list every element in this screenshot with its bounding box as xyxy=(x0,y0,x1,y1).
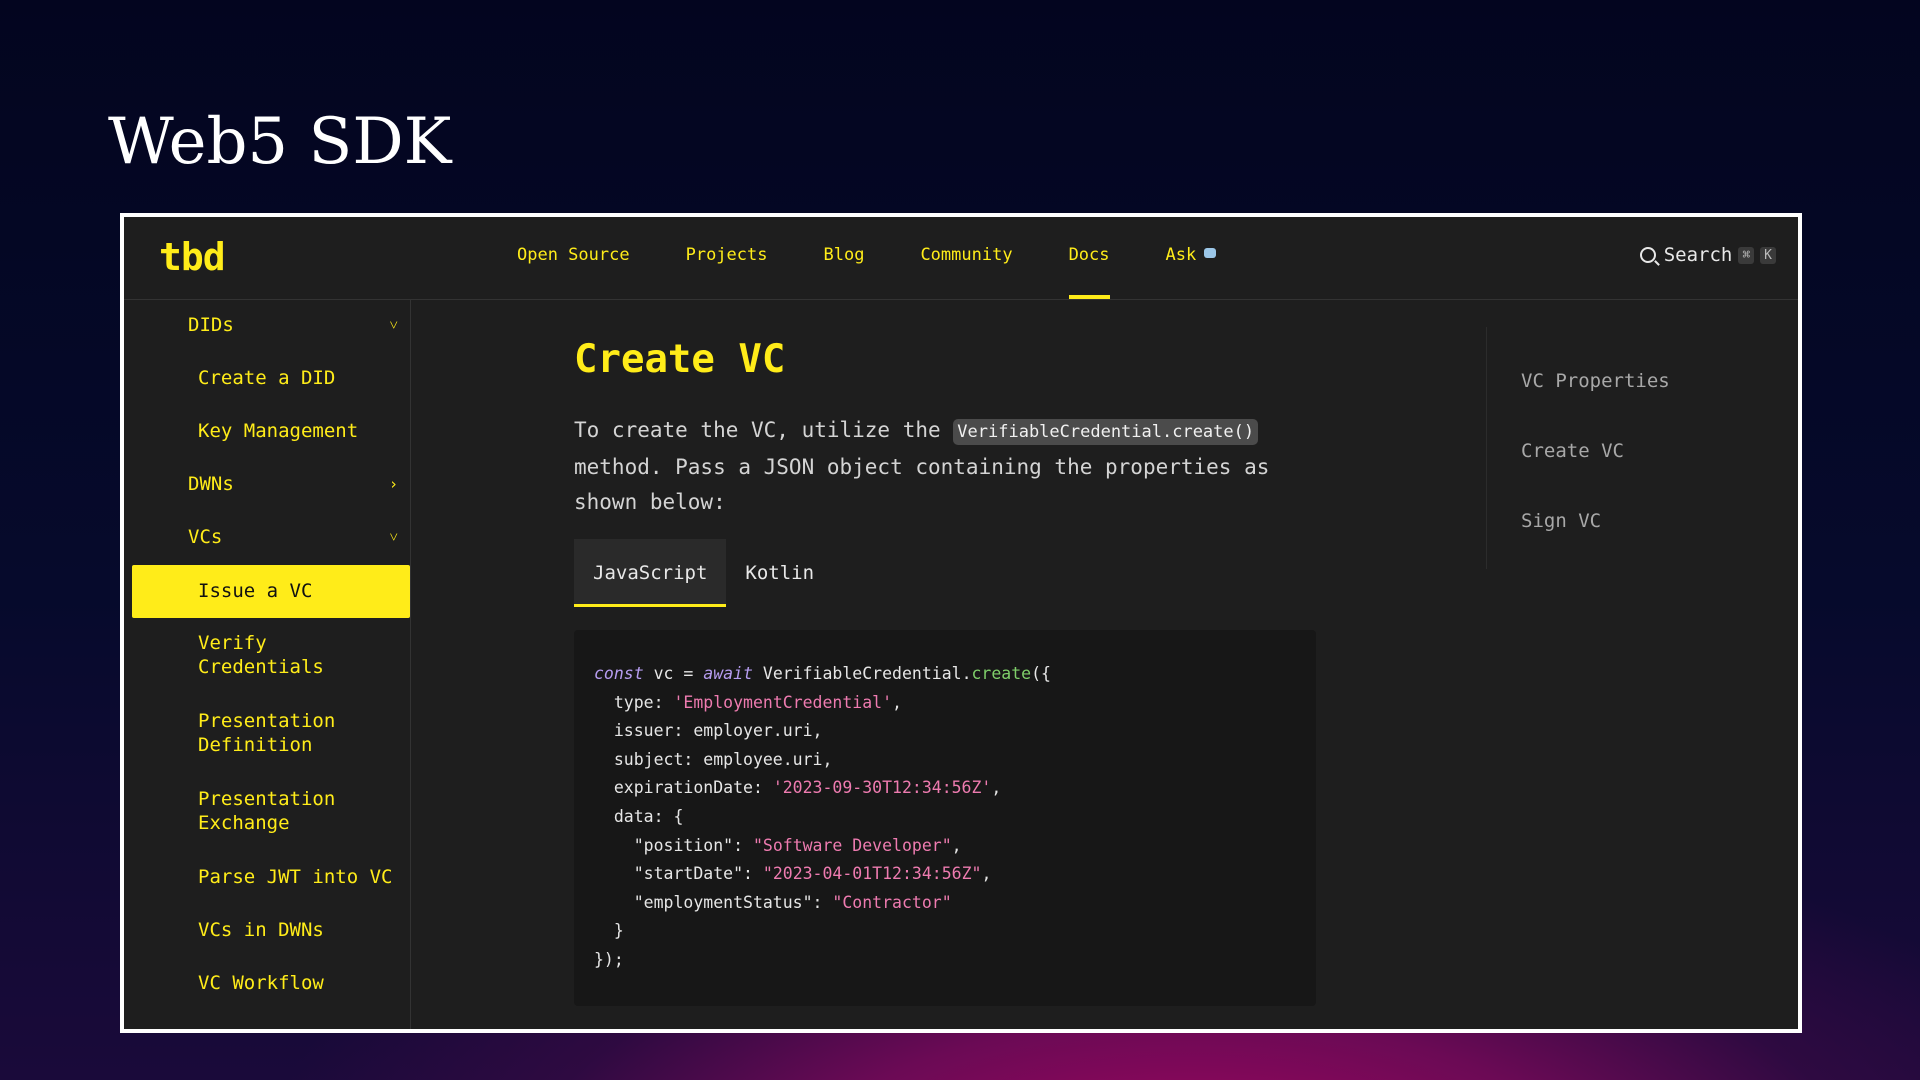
nav-docs[interactable]: Docs xyxy=(1068,245,1110,299)
sidebar-item-vcs[interactable]: VCs ˅ xyxy=(188,525,398,549)
nav-projects-label: Projects xyxy=(685,245,768,265)
page-title: Create VC xyxy=(574,337,786,382)
slide-title: Web5 SDK xyxy=(108,105,452,179)
sidebar-item-create-did[interactable]: Create a DID xyxy=(198,366,335,390)
robot-icon xyxy=(1204,248,1217,258)
command-key-badge: ⌘ xyxy=(1738,246,1755,264)
code-block: const vc = await VerifiableCredential.cr… xyxy=(574,630,1316,1006)
main-nav: Open Source Projects Blog Community Docs… xyxy=(517,245,1272,299)
code-text: "position": xyxy=(594,835,753,855)
code-string: "Contractor" xyxy=(832,892,952,912)
chevron-down-icon: ˅ xyxy=(389,528,398,546)
intro-paragraph: To create the VC, utilize the Verifiable… xyxy=(574,413,1334,520)
search-icon xyxy=(1639,247,1656,263)
code-function: create xyxy=(971,664,1032,683)
code-text: data: { xyxy=(594,806,684,826)
sidebar-item-dwns[interactable]: DWNs › xyxy=(188,472,398,496)
language-tabs: JavaScript Kotlin xyxy=(574,539,833,607)
nav-open-source[interactable]: Open Source xyxy=(517,245,630,299)
tab-javascript[interactable]: JavaScript xyxy=(574,539,727,607)
nav-open-source-label: Open Source xyxy=(517,245,630,265)
search-button[interactable]: Search ⌘ K xyxy=(1639,244,1776,266)
sidebar-item-verify-credentials[interactable]: Verify Credentials xyxy=(198,631,348,679)
nav-projects[interactable]: Projects xyxy=(686,245,768,299)
tbd-logo[interactable]: tbd xyxy=(159,235,226,279)
code-text: } xyxy=(594,921,624,941)
nav-community-label: Community xyxy=(920,245,1013,265)
code-string: "Software Developer" xyxy=(752,835,952,855)
sidebar-item-dids[interactable]: DIDs ˅ xyxy=(188,313,398,337)
sidebar-item-issue-vc-label: Issue a VC xyxy=(198,580,313,602)
chevron-down-icon: ˅ xyxy=(389,316,398,334)
sidebar-item-presentation-exchange[interactable]: Presentation Exchange xyxy=(198,787,348,835)
nav-blog[interactable]: Blog xyxy=(823,245,864,299)
code-string: '2023-09-30T12:34:56Z' xyxy=(772,778,992,798)
sidebar-item-vcs-in-dwns[interactable]: VCs in DWNs xyxy=(198,918,324,942)
sidebar-item-issue-vc[interactable]: Issue a VC xyxy=(132,565,410,618)
toc-divider xyxy=(1486,327,1487,569)
code-text: vc = xyxy=(643,664,704,683)
code-string: 'EmploymentCredential' xyxy=(673,692,893,712)
code-text: issuer: employer.uri, xyxy=(594,721,823,741)
nav-ask[interactable]: Ask xyxy=(1166,245,1217,299)
sidebar-item-vcs-label: VCs xyxy=(188,526,223,548)
sidebar-item-presentation-definition[interactable]: Presentation Definition xyxy=(198,709,348,757)
code-content: const vc = await VerifiableCredential.cr… xyxy=(594,664,1051,969)
code-keyword: await xyxy=(703,664,753,683)
sidebar-item-dids-label: DIDs xyxy=(188,314,234,336)
toc-item-vc-properties[interactable]: VC Properties xyxy=(1521,370,1670,392)
code-text: VerifiableCredential. xyxy=(752,664,972,683)
toc-item-create-vc[interactable]: Create VC xyxy=(1521,440,1624,462)
code-text: }); xyxy=(594,949,624,969)
sidebar-item-dwns-label: DWNs xyxy=(188,473,234,495)
code-text: ({ xyxy=(1031,664,1051,683)
nav-docs-label: Docs xyxy=(1068,245,1110,265)
intro-text-end: method. Pass a JSON object containing th… xyxy=(574,455,1270,514)
code-text: type: xyxy=(594,692,674,712)
top-navigation-bar: tbd Open Source Projects Blog Community … xyxy=(124,217,1798,300)
docs-sidebar: DIDs ˅ Create a DID Key Management DWNs … xyxy=(124,300,411,1029)
code-text: expirationDate: xyxy=(594,778,773,798)
toc-item-sign-vc[interactable]: Sign VC xyxy=(1521,510,1601,532)
search-label: Search xyxy=(1663,244,1733,266)
sidebar-item-key-management[interactable]: Key Management xyxy=(198,419,358,443)
intro-text-start: To create the VC, utilize the xyxy=(574,418,954,442)
sidebar-item-parse-jwt[interactable]: Parse JWT into VC xyxy=(198,865,392,889)
nav-blog-label: Blog xyxy=(823,245,865,265)
nav-community[interactable]: Community xyxy=(920,245,1012,299)
sidebar-item-vc-workflow[interactable]: VC Workflow xyxy=(198,971,324,995)
code-string: "2023-04-01T12:34:56Z" xyxy=(762,864,982,884)
code-text: subject: employee.uri, xyxy=(594,749,833,769)
inline-code-create: VerifiableCredential.create() xyxy=(953,419,1259,445)
code-text: "employmentStatus": xyxy=(594,892,833,912)
nav-ask-label: Ask xyxy=(1165,245,1197,265)
chevron-right-icon: › xyxy=(388,475,398,493)
code-keyword: const xyxy=(594,664,644,683)
tab-kotlin[interactable]: Kotlin xyxy=(726,539,833,607)
code-text: "startDate": xyxy=(594,864,763,884)
docs-screenshot: tbd Open Source Projects Blog Community … xyxy=(120,213,1802,1033)
k-key-badge: K xyxy=(1760,246,1776,264)
